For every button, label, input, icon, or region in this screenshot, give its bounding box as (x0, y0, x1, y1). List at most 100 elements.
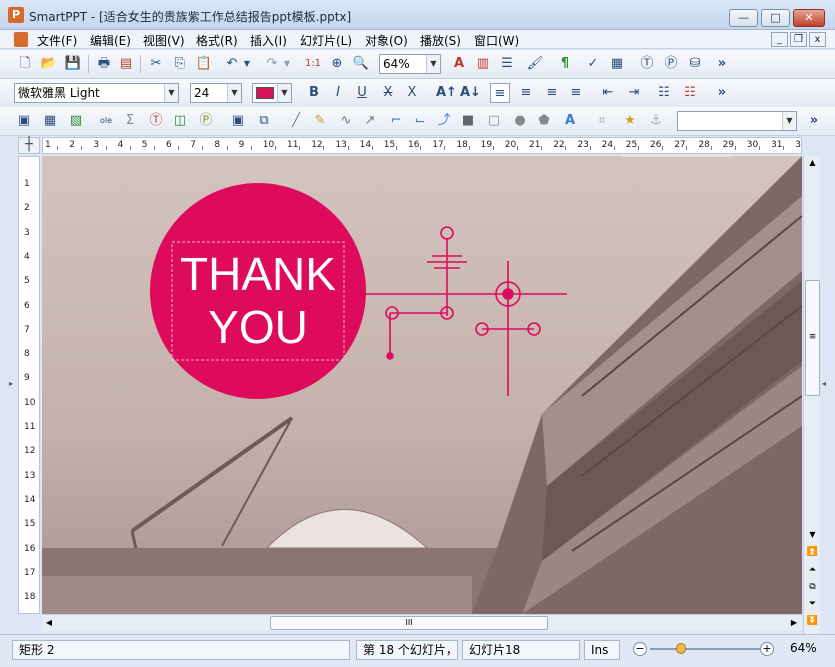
grow-font-icon[interactable]: A↑ (436, 83, 457, 103)
pdf-export-icon[interactable]: ▤ (116, 54, 136, 74)
formula-frame-icon[interactable]: Σ (120, 111, 140, 131)
copy-icon[interactable]: ⎘ (170, 54, 190, 74)
more-tools-icon[interactable]: » (804, 111, 824, 131)
increase-indent-icon[interactable]: ⇥ (624, 83, 644, 103)
database-icon[interactable]: ⛁ (685, 54, 705, 74)
object-style-select[interactable]: ▼ (677, 111, 797, 131)
zoom-slider-thumb[interactable] (676, 643, 686, 654)
menu-view[interactable]: 视图(V) (143, 32, 185, 49)
more-tools-icon[interactable]: » (712, 54, 732, 74)
mdi-close-button[interactable]: x (809, 32, 826, 47)
text-frame-icon[interactable]: Ⓣ (146, 111, 166, 131)
next-slide-icon[interactable]: ⏷ (805, 597, 820, 612)
mdi-minimize-button[interactable]: _ (771, 32, 788, 47)
menu-file[interactable]: 文件(F) (37, 32, 77, 49)
italic-icon[interactable]: I (328, 83, 348, 103)
menu-edit[interactable]: 编辑(E) (90, 32, 131, 49)
redo-icon[interactable]: ↷ (262, 54, 282, 74)
spell-check-icon[interactable]: ✓ (583, 54, 603, 74)
slide-canvas[interactable]: THANK YOU (42, 156, 802, 614)
menu-slide[interactable]: 幻灯片(L) (300, 32, 352, 49)
chart-frame-icon[interactable]: ◫ (170, 111, 190, 131)
connector-icon[interactable]: ⌐ (386, 111, 406, 131)
numbered-list-icon[interactable]: ☷ (680, 83, 700, 103)
shrink-font-icon[interactable]: A↓ (460, 83, 481, 103)
presentation-icon[interactable]: Ⓟ (661, 54, 681, 74)
more-tools-icon[interactable]: » (712, 83, 732, 103)
ellipse-icon[interactable]: ● (510, 111, 530, 131)
rectangle-icon[interactable]: ■ (458, 111, 478, 131)
curved-connector-icon[interactable]: ⤴ (434, 111, 454, 131)
menu-window[interactable]: 窗口(W) (474, 32, 519, 49)
crop-icon[interactable]: ⌗ (592, 111, 612, 131)
autoshape-icon[interactable]: ⬟ (534, 111, 554, 131)
undo-dropdown-icon[interactable]: ▼ (242, 54, 252, 74)
star-icon[interactable]: ★ (620, 111, 640, 131)
new-icon[interactable]: 🗋 (15, 54, 35, 74)
align-right-icon[interactable]: ≡ (542, 83, 562, 103)
scroll-up-icon[interactable]: ▲ (805, 156, 820, 170)
left-panel-toggle-icon[interactable]: ▸ (8, 370, 14, 398)
anchor-icon[interactable]: ⚓ (646, 111, 666, 131)
zoom-select[interactable]: 64% ▼ (379, 54, 441, 74)
vertical-scrollbar[interactable]: ▲ ≡ ▼ ⏫ ⏶ ⧉ ⏷ ⏬ (803, 156, 820, 634)
rounded-rectangle-icon[interactable]: ▢ (484, 111, 504, 131)
justify-icon[interactable]: ≡ (566, 83, 586, 103)
insert-table-icon[interactable]: ☰ (497, 54, 517, 74)
horizontal-scrollbar[interactable]: ◀ III ▶ (42, 614, 802, 631)
part-frame-icon[interactable]: Ⓟ (196, 111, 216, 131)
insert-chart-icon[interactable]: ▥ (473, 54, 493, 74)
scroll-right-icon[interactable]: ▶ (787, 616, 801, 630)
print-icon[interactable]: 🖶 (94, 54, 114, 74)
actual-size-icon[interactable]: 1:1 (303, 54, 323, 74)
elbow-connector-icon[interactable]: ⌙ (410, 111, 430, 131)
vertical-scroll-thumb[interactable]: ≡ (805, 280, 820, 396)
template-icon[interactable]: Ⓣ (637, 54, 657, 74)
thank-text[interactable]: THANK (180, 248, 336, 300)
pen-icon[interactable]: ✎ (310, 111, 330, 131)
you-text[interactable]: YOU (208, 301, 308, 353)
font-size-select[interactable]: 24 ▼ (190, 83, 242, 103)
ungroup-icon[interactable]: ⧉ (254, 111, 274, 131)
frame-icon[interactable]: ▣ (14, 111, 34, 131)
undo-icon[interactable]: ↶ (222, 54, 242, 74)
underline-icon[interactable]: U (352, 83, 372, 103)
redo-dropdown-icon[interactable]: ▼ (282, 54, 292, 74)
scroll-down-icon[interactable]: ▼ (805, 528, 820, 542)
close-button[interactable]: ✕ (793, 9, 825, 27)
cut-icon[interactable]: ✂ (146, 54, 166, 74)
group-icon[interactable]: ▣ (228, 111, 248, 131)
paste-icon[interactable]: 📋 (194, 54, 214, 74)
first-slide-icon[interactable]: ⏫ (805, 545, 820, 560)
picture-frame-icon[interactable]: ▧ (66, 111, 86, 131)
text-box-icon[interactable]: A (449, 54, 469, 74)
table-frame-icon[interactable]: ▦ (40, 111, 60, 131)
ole-object-icon[interactable]: ole (96, 111, 116, 131)
horizontal-ruler[interactable]: 1 2 3 4 5 6 7 8 9 10 11 12 13 14 15 16 17 18 19 20 21 22 23 24 2… (42, 137, 802, 154)
insert-mode-status[interactable]: Ins (584, 640, 620, 660)
save-icon[interactable]: 💾 (63, 54, 83, 74)
menu-insert[interactable]: 插入(I) (250, 32, 287, 49)
last-slide-icon[interactable]: ⏬ (805, 614, 820, 629)
slide-sorter-icon[interactable]: ⧉ (805, 580, 820, 595)
menu-play[interactable]: 播放(S) (420, 32, 461, 49)
wordart-icon[interactable]: A (560, 111, 580, 131)
font-color-picker[interactable]: ▼ (252, 83, 292, 103)
align-left-icon[interactable]: ≡ (490, 83, 510, 103)
previous-slide-icon[interactable]: ⏶ (805, 563, 820, 578)
paragraph-marks-icon[interactable]: ¶ (555, 54, 575, 74)
line-icon[interactable]: ╱ (286, 111, 306, 131)
maximize-button[interactable]: □ (761, 9, 790, 27)
scroll-left-icon[interactable]: ◀ (42, 616, 56, 630)
vertical-ruler[interactable]: 1 2 3 4 5 6 7 8 9 10 11 12 13 14 15 16 17 18 (18, 156, 40, 614)
word-count-icon[interactable]: ▦ (607, 54, 627, 74)
zoom-out-icon[interactable]: − (633, 642, 647, 656)
zoom-slider-track[interactable] (650, 648, 760, 650)
strikethrough-icon[interactable]: X (378, 83, 398, 103)
menu-object[interactable]: 对象(O) (365, 32, 408, 49)
decrease-indent-icon[interactable]: ⇤ (598, 83, 618, 103)
zoom-icon[interactable]: 🔍 (351, 54, 371, 74)
curve-icon[interactable]: ∿ (336, 111, 356, 131)
font-name-select[interactable]: 微软雅黑 Light ▼ (14, 83, 179, 103)
bullet-list-icon[interactable]: ☷ (654, 83, 674, 103)
